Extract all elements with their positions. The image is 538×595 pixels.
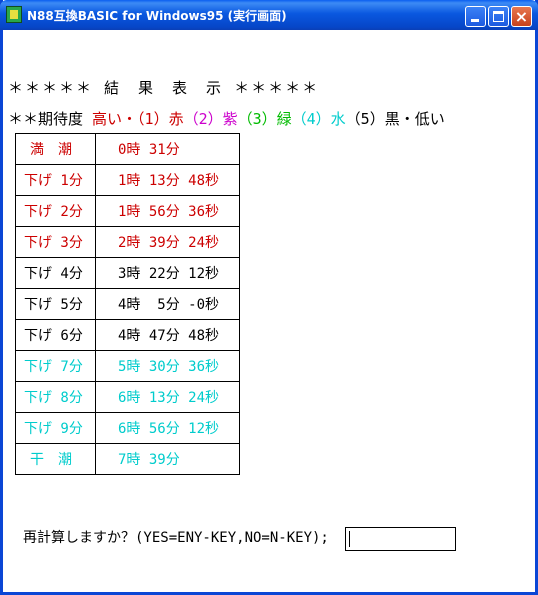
- table-row: 下げ 5分 4時 5分 -0秒: [15, 288, 240, 320]
- expectation-legend: ＊＊期待度 高い・（1）赤（2）紫（3）緑（4）水（5）黒・低い: [8, 108, 445, 129]
- recalculate-prompt: 再計算しますか？(YES=ENY-KEY,NO=N-KEY);: [23, 530, 329, 546]
- result-heading: ＊＊＊＊＊ 結 果 表 示 ＊＊＊＊＊: [8, 79, 320, 97]
- table-row: 下げ 6分 4時 47分 48秒: [15, 319, 240, 351]
- table-row: 下げ 8分 6時 13分 24秒: [15, 381, 240, 413]
- row-time: 3時 22分 12秒: [95, 257, 240, 289]
- row-label: 下げ 2分: [15, 195, 96, 227]
- row-label: 下げ 7分: [15, 350, 96, 382]
- tide-result-table: 満 潮 0時 31分 下げ 1分 1時 13分 48秒 下げ 2分 1時 56分 36秒下…: [15, 133, 240, 475]
- table-row: 満 潮 0時 31分: [15, 133, 240, 165]
- minimize-button[interactable]: [465, 6, 486, 27]
- row-label: 下げ 5分: [15, 288, 96, 320]
- table-row: 下げ 4分 3時 22分 12秒: [15, 257, 240, 289]
- legend-item: （4）水: [291, 110, 346, 128]
- table-row: 下げ 1分 1時 13分 48秒: [15, 164, 240, 196]
- app-icon[interactable]: [6, 6, 22, 23]
- row-time: 6時 13分 24秒: [95, 381, 240, 413]
- row-label: 下げ 3分: [15, 226, 96, 258]
- text-caret: [349, 531, 350, 547]
- table-row: 干 潮 7時 39分: [15, 443, 240, 475]
- legend-item: 高い・（1）赤: [83, 110, 184, 128]
- close-icon: ×: [514, 7, 529, 26]
- row-label: 下げ 4分: [15, 257, 96, 289]
- row-label: 下げ 9分: [15, 412, 96, 444]
- close-button[interactable]: ×: [511, 6, 532, 27]
- answer-input[interactable]: [345, 527, 456, 551]
- row-time: 2時 39分 24秒: [95, 226, 240, 258]
- legend-prefix: ＊＊期待度: [8, 110, 84, 128]
- row-label: 満 潮: [15, 133, 96, 165]
- row-label: 下げ 6分: [15, 319, 96, 351]
- basic-output-screen: ＊＊＊＊＊ 結 果 表 示 ＊＊＊＊＊ ＊＊期待度 高い・（1）赤（2）紫（3）…: [3, 30, 535, 592]
- legend-item: （5）黒・低い: [345, 110, 445, 128]
- row-time: 4時 47分 48秒: [95, 319, 240, 351]
- maximize-button[interactable]: [488, 6, 509, 27]
- row-time: 1時 56分 36秒: [95, 195, 240, 227]
- row-time: 5時 30分 36秒: [95, 350, 240, 382]
- window-title: N88互換BASIC for Windows95 (実行画面): [27, 9, 287, 23]
- maximize-icon: [493, 11, 504, 22]
- row-time: 4時 5分 -0秒: [95, 288, 240, 320]
- table-row: 下げ 3分 2時 39分 24秒: [15, 226, 240, 258]
- minimize-icon: [471, 19, 479, 22]
- row-time: 1時 13分 48秒: [95, 164, 240, 196]
- table-row: 下げ 9分 6時 56分 12秒: [15, 412, 240, 444]
- legend-item: （3）緑: [237, 110, 292, 128]
- row-label: 下げ 1分: [15, 164, 96, 196]
- table-row: 下げ 2分 1時 56分 36秒: [15, 195, 240, 227]
- row-time: 6時 56分 12秒: [95, 412, 240, 444]
- title-bar[interactable]: N88互換BASIC for Windows95 (実行画面) ×: [0, 0, 538, 30]
- row-label: 下げ 8分: [15, 381, 96, 413]
- table-row: 下げ 7分 5時 30分 36秒: [15, 350, 240, 382]
- row-label: 干 潮: [15, 443, 96, 475]
- app-window: N88互換BASIC for Windows95 (実行画面) × ＊＊＊＊＊ …: [0, 0, 538, 595]
- row-time: 0時 31分: [95, 133, 240, 165]
- row-time: 7時 39分: [95, 443, 240, 475]
- legend-item: （2）紫: [183, 110, 238, 128]
